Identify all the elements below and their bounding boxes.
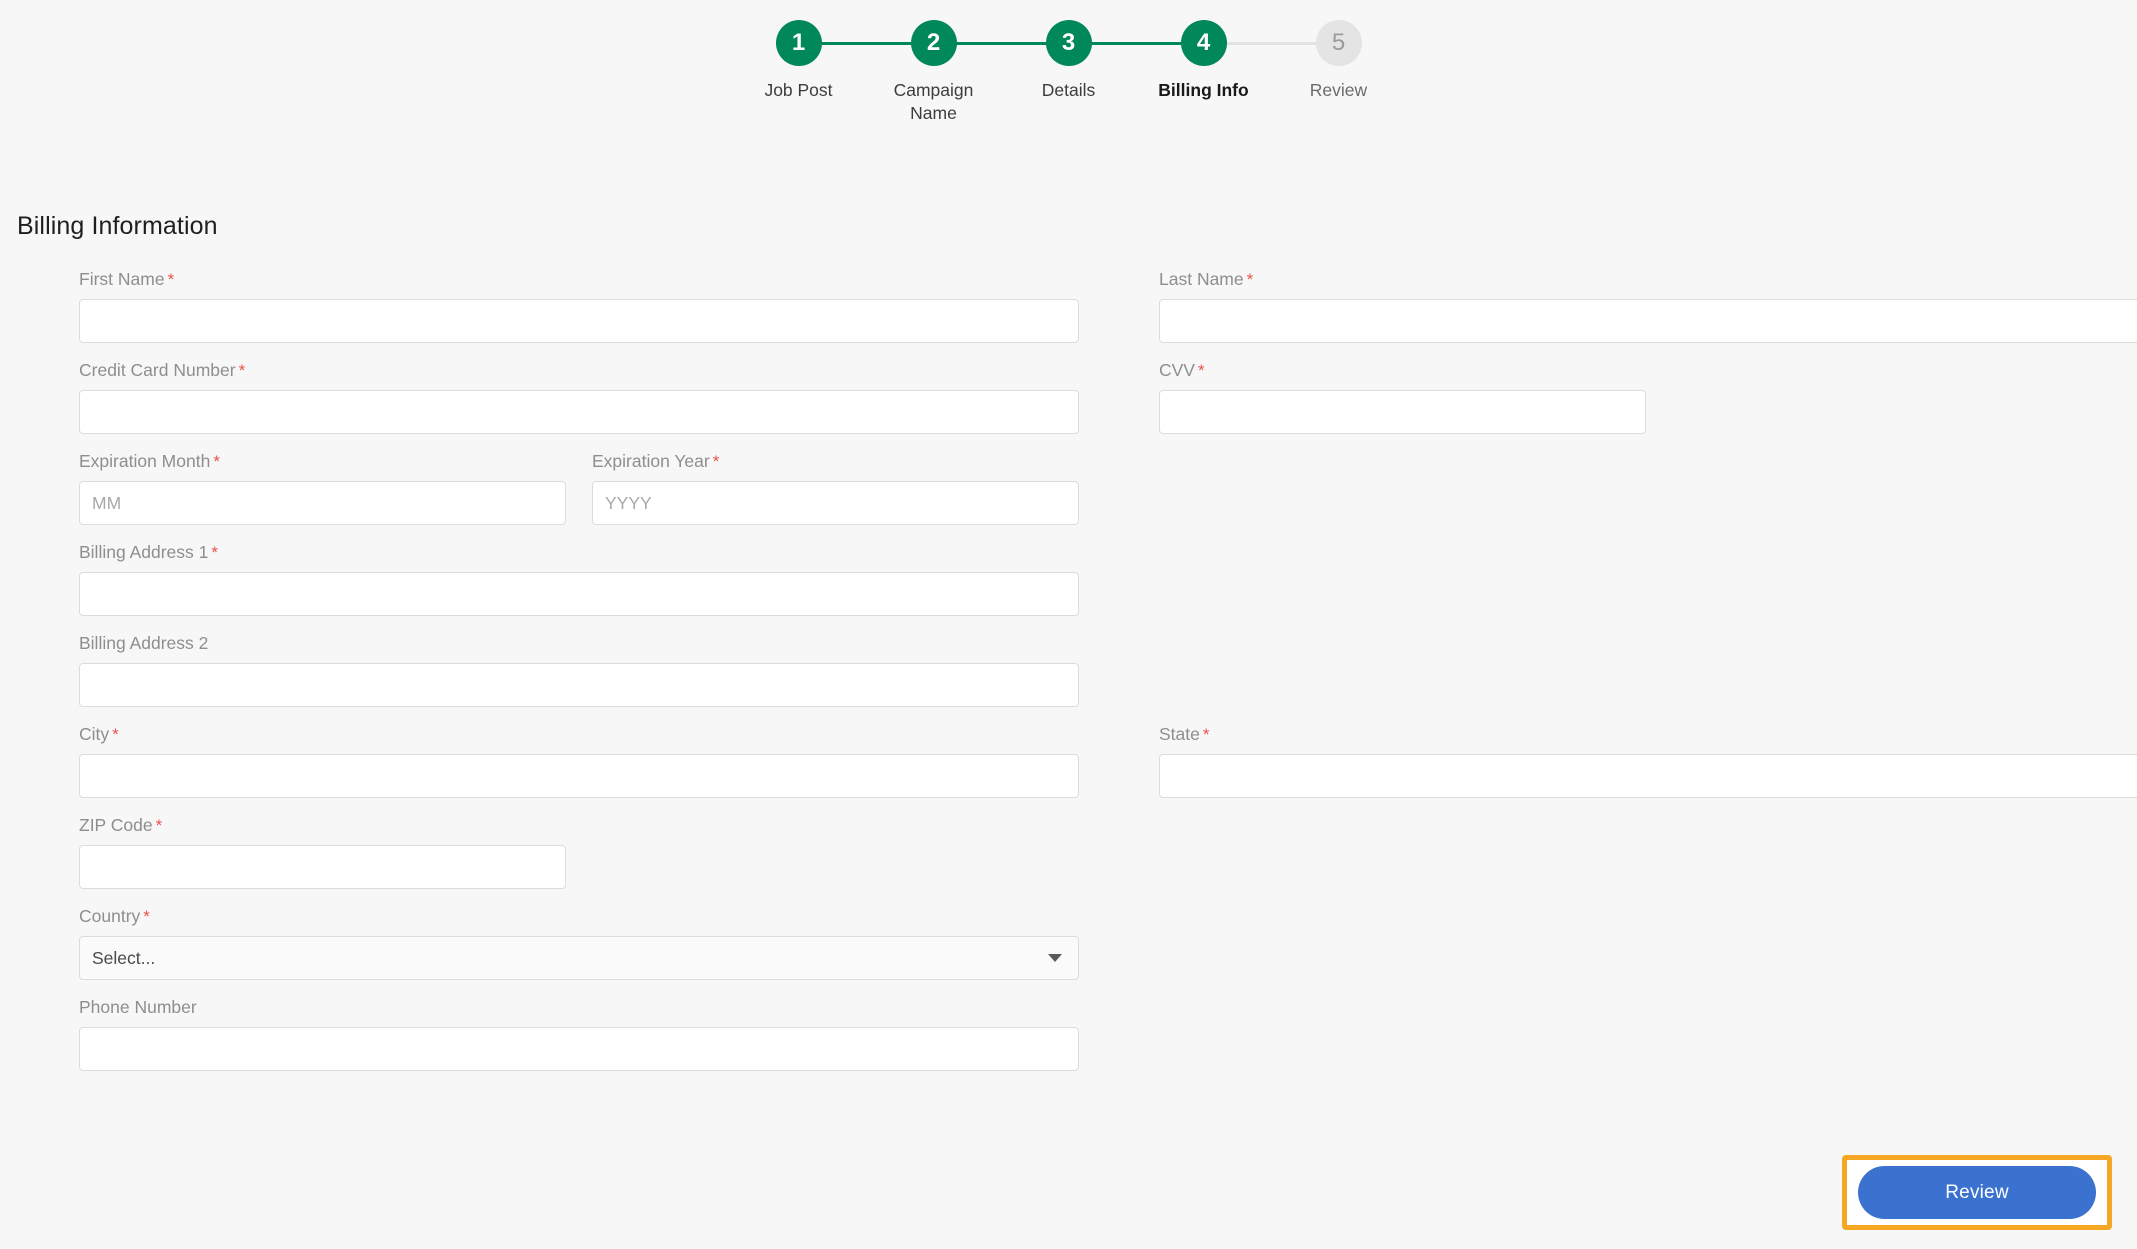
country-label: Country * <box>79 906 150 926</box>
form-row-card: Credit Card Number * CVV * <box>0 360 2137 434</box>
required-asterisk: * <box>211 543 219 562</box>
expiration-year-label: Expiration Year * <box>592 451 720 471</box>
step-1-circle: 1 <box>775 20 822 66</box>
form-row-address2: Billing Address 2 <box>0 633 2137 707</box>
cvv-input[interactable] <box>1159 390 1646 434</box>
expiration-month-label: Expiration Month * <box>79 451 220 471</box>
state-input[interactable] <box>1159 754 2137 798</box>
required-asterisk: * <box>1197 361 1205 380</box>
step-2-circle: 2 <box>910 20 957 66</box>
step-5-label: Review <box>1309 80 1368 100</box>
field-state: State * <box>1159 724 2137 798</box>
step-5-circle: 5 <box>1315 20 1362 66</box>
step-1-label: Job Post <box>764 80 833 100</box>
country-select[interactable]: Select... <box>79 936 1079 980</box>
step-2-label: Campaign Name <box>893 80 974 124</box>
billing-address-1-input[interactable] <box>79 572 1079 616</box>
step-billing-info[interactable]: 4 Billing Info <box>1136 20 1339 102</box>
field-last-name: Last Name * <box>1159 269 2137 343</box>
step-3-circle: 3 <box>1045 20 1092 66</box>
field-credit-card-number: Credit Card Number * <box>79 360 1079 434</box>
form-row-zip: ZIP Code * <box>0 815 2137 889</box>
step-campaign-name[interactable]: 2 Campaign Name <box>866 20 1069 125</box>
form-row-expiration: Expiration Month* Expiration Year* <box>0 451 2137 525</box>
first-name-label: First Name * <box>79 269 175 289</box>
form-row-phone: Phone Number <box>0 997 2137 1071</box>
billing-address-1-label: Billing Address 1 * <box>79 542 219 562</box>
required-asterisk: * <box>112 725 119 744</box>
credit-card-input[interactable] <box>79 390 1079 434</box>
required-asterisk: * <box>238 361 246 380</box>
billing-form: Billing Information First Name * Last Nam… <box>0 212 2137 1088</box>
step-4-circle: 4 <box>1180 20 1227 66</box>
field-expiration-year: Expiration Year * <box>592 451 1079 525</box>
state-label: State * <box>1159 724 1210 744</box>
credit-card-label: Credit Card Number * <box>79 360 246 380</box>
field-first-name: First Name * <box>79 269 1079 343</box>
step-4-label: Billing Info <box>1158 80 1249 100</box>
expiration-year-input[interactable] <box>592 481 1079 525</box>
expiration-month-input[interactable] <box>79 481 566 525</box>
required-asterisk: * <box>1202 725 1210 744</box>
required-asterisk: * <box>712 452 720 471</box>
billing-address-2-input[interactable] <box>79 663 1079 707</box>
required-asterisk: * <box>1246 270 1254 289</box>
billing-address-2-label: Billing Address 2 <box>79 633 209 653</box>
city-label: City * <box>79 724 119 744</box>
phone-number-input[interactable] <box>79 1027 1079 1071</box>
zip-code-label: ZIP Code * <box>79 815 163 835</box>
form-row-address1: Billing Address 1 * <box>0 542 2137 616</box>
required-asterisk: * <box>143 907 150 926</box>
city-input[interactable] <box>79 754 1079 798</box>
field-zip-code: ZIP Code * <box>79 815 1068 889</box>
page-title: Billing Information <box>17 212 218 240</box>
required-asterisk: * <box>213 452 220 471</box>
cvv-label: CVV * <box>1159 360 1205 380</box>
billing-info-page: 1 Job Post 2 Campaign Name 3 Details 4 B… <box>0 0 2137 1249</box>
field-cvv: CVV * <box>1159 360 2137 434</box>
field-expiration-month: Expiration Month * <box>79 451 566 525</box>
field-billing-address-2: Billing Address 2 <box>79 633 1079 707</box>
progress-stepper: 1 Job Post 2 Campaign Name 3 Details 4 B… <box>0 0 2137 140</box>
form-row-city-state: City * State * <box>0 724 2137 798</box>
first-name-input[interactable] <box>79 299 1079 343</box>
required-asterisk: * <box>155 816 163 835</box>
field-phone-number: Phone Number <box>79 997 1079 1071</box>
step-review[interactable]: 5 Review <box>1271 20 1406 102</box>
last-name-input[interactable] <box>1159 299 2137 343</box>
field-city: City * <box>79 724 1079 798</box>
step-job-post[interactable]: 1 Job Post <box>731 20 934 102</box>
step-details[interactable]: 3 Details <box>1001 20 1204 102</box>
field-billing-address-1: Billing Address 1 * <box>79 542 1079 616</box>
required-asterisk: * <box>167 270 175 289</box>
country-selected-value: Select... <box>92 947 156 968</box>
review-button[interactable]: Review <box>1858 1166 2096 1219</box>
review-button-highlight: Review <box>1842 1155 2112 1230</box>
form-row-country: Country * Select... <box>0 906 2137 980</box>
form-row-names: First Name * Last Name * <box>0 269 2137 343</box>
step-3-label: Details <box>1041 80 1096 100</box>
chevron-down-icon <box>1048 954 1062 962</box>
field-country: Country * Select... <box>79 906 1079 980</box>
last-name-label: Last Name * <box>1159 269 1254 289</box>
phone-number-label: Phone Number <box>79 997 197 1017</box>
zip-code-input[interactable] <box>79 845 566 889</box>
